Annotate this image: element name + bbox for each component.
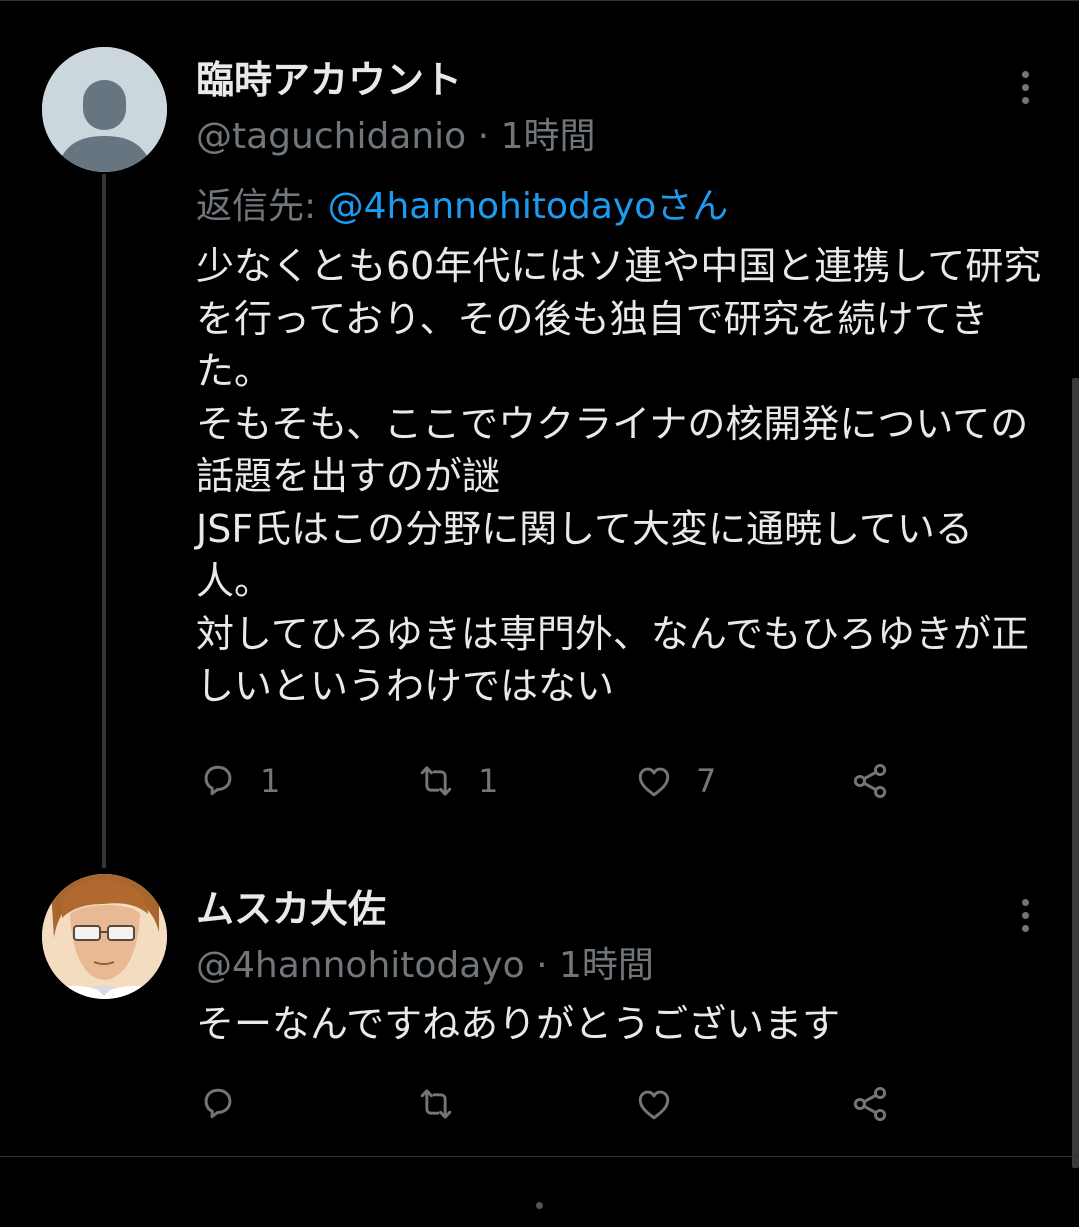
timestamp[interactable]: 1時間 <box>501 116 596 157</box>
retweet-icon <box>420 1089 452 1119</box>
like-icon <box>638 1090 670 1120</box>
display-name[interactable]: ムスカ大佐 <box>196 885 386 933</box>
reply-count: 1 <box>260 762 281 800</box>
reply-button[interactable]: 1 <box>196 757 280 805</box>
like-count: 7 <box>696 762 717 800</box>
user-avatar[interactable] <box>42 874 167 999</box>
timestamp[interactable]: 1時間 <box>559 945 654 986</box>
retweet-button[interactable]: 1 <box>414 757 498 805</box>
reply-icon <box>204 1088 232 1119</box>
reply-button[interactable] <box>196 1080 240 1128</box>
share-icon <box>853 763 887 799</box>
retweet-button[interactable] <box>414 1080 458 1128</box>
top-divider <box>0 0 1079 1</box>
more-icon[interactable] <box>1012 894 1040 938</box>
reply-to-label: 返信先: <box>196 186 328 227</box>
action-bar <box>196 1080 916 1128</box>
reply-to-line: 返信先: @4hannohitodayoさん <box>196 184 728 230</box>
user-handle[interactable]: @4hannohitodayo <box>196 945 525 986</box>
tweet-text: そーなんですねありがとうございます <box>196 1002 841 1046</box>
retweet-icon <box>420 766 452 796</box>
share-button[interactable] <box>848 757 892 805</box>
like-button[interactable] <box>632 1080 676 1128</box>
thread-connector-line <box>102 174 106 868</box>
scrollbar[interactable] <box>1072 378 1079 1168</box>
action-bar: 1 1 7 <box>196 757 916 805</box>
tweet-text: 少なくとも60年代にはソ連や中国と連携して研究を行っており、その後も独自で研究を… <box>196 244 1042 708</box>
user-handle[interactable]: @taguchidanio <box>196 116 466 157</box>
share-button[interactable] <box>848 1080 892 1128</box>
handle-and-time[interactable]: @taguchidanio · 1時間 <box>196 114 595 160</box>
more-icon[interactable] <box>1012 66 1040 110</box>
default-avatar-icon[interactable] <box>42 47 167 172</box>
share-icon <box>853 1086 887 1122</box>
like-button[interactable]: 7 <box>632 757 716 805</box>
separator: · <box>466 116 501 157</box>
reply-to-mention[interactable]: @4hannohitodayoさん <box>328 186 729 227</box>
separator: · <box>524 945 559 986</box>
handle-and-time[interactable]: @4hannohitodayo · 1時間 <box>196 943 654 989</box>
bottom-divider <box>0 1156 1079 1157</box>
reply-icon <box>204 765 232 796</box>
loading-indicator <box>536 1202 543 1209</box>
display-name[interactable]: 臨時アカウント <box>196 56 462 104</box>
retweet-count: 1 <box>478 762 499 800</box>
like-icon <box>638 767 670 797</box>
